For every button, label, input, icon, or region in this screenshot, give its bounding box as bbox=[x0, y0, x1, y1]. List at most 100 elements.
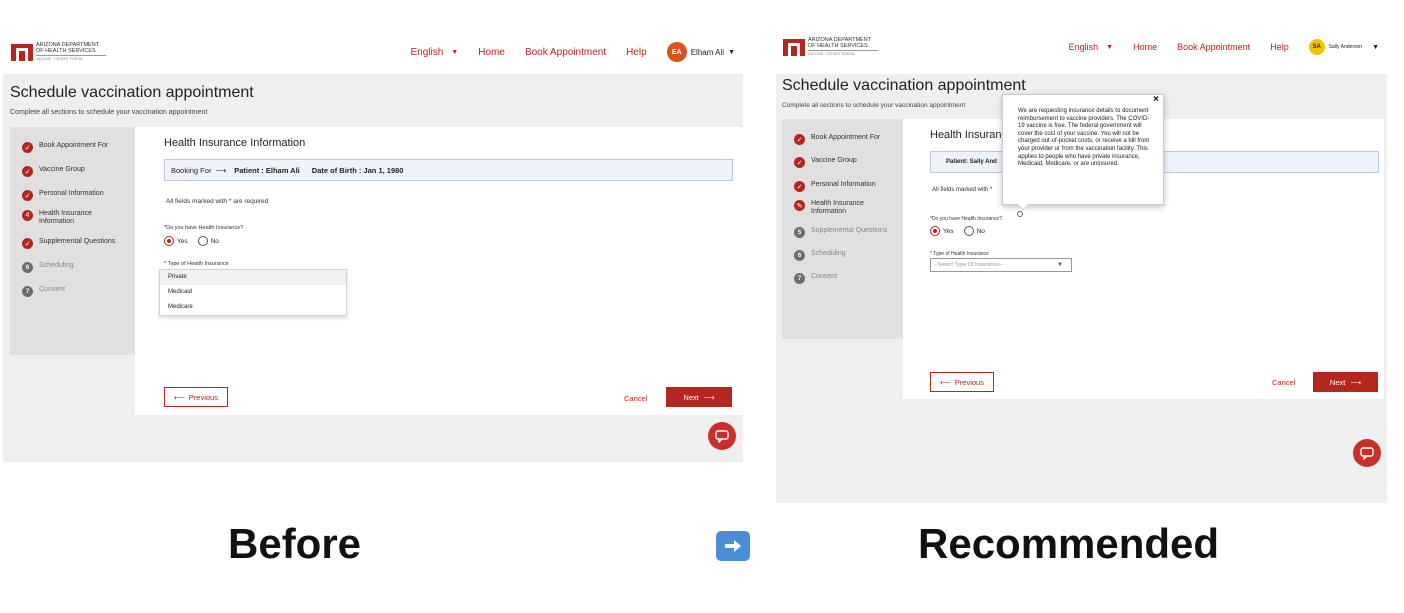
radio-no[interactable] bbox=[963, 226, 974, 236]
required-note: All fields marked with * are required bbox=[166, 198, 269, 205]
pencil-icon: ✎ bbox=[794, 200, 805, 211]
caret-down-icon[interactable]: ▼ bbox=[1106, 44, 1113, 51]
language-select[interactable]: English bbox=[411, 47, 444, 58]
check-icon: ✓ bbox=[22, 166, 33, 177]
previous-button[interactable]: ⟵ Previous bbox=[164, 387, 228, 407]
required-note: All fields marked with * bbox=[932, 187, 993, 193]
nav-home[interactable]: Home bbox=[1133, 42, 1157, 52]
logo-subline: VACCINE · PATIENT PORTAL bbox=[36, 55, 106, 62]
step-number-icon: 4 bbox=[22, 210, 33, 221]
logo-line: OF HEALTH SERVICES bbox=[36, 48, 96, 54]
radio-yes[interactable] bbox=[164, 236, 174, 246]
step-health-insurance[interactable]: ✎ Health Insurance Information bbox=[794, 200, 881, 216]
cancel-button[interactable]: Cancel bbox=[624, 394, 647, 403]
insurance-question: *Do you have Health Insurance? bbox=[930, 216, 1002, 222]
recommended-screenshot: ARIZONA DEPARTMENT OF HEALTH SERVICES VA… bbox=[776, 30, 1387, 503]
info-icon[interactable] bbox=[1017, 211, 1023, 217]
step-book-appointment-for[interactable]: ✓ Book Appointment For bbox=[22, 142, 108, 153]
steps-sidebar: ✓ Book Appointment For ✓ Vaccine Group ✓ Pe… bbox=[10, 127, 135, 355]
caption-before: Before bbox=[228, 520, 362, 567]
caret-down-icon: ▼ bbox=[1057, 262, 1063, 268]
option-medicare[interactable]: Medicare bbox=[160, 300, 346, 315]
steps-sidebar: ✓ Book Appointment For ✓ Vaccine Group ✓ Pe… bbox=[782, 119, 903, 339]
step-supplemental-questions[interactable]: ✓ Supplemental Questions bbox=[22, 238, 115, 249]
step-vaccine-group[interactable]: ✓ Vaccine Group bbox=[22, 166, 85, 177]
insurance-info-tooltip: × We are requesting insurance details to… bbox=[1002, 94, 1164, 211]
insurance-question: *Do you have Health Insurance? bbox=[164, 225, 244, 231]
step-number-icon: 6 bbox=[22, 262, 33, 273]
check-icon: ✓ bbox=[22, 190, 33, 201]
option-private[interactable]: Private bbox=[160, 270, 346, 285]
nav-help[interactable]: Help bbox=[626, 47, 647, 58]
step-number-icon: 7 bbox=[22, 286, 33, 297]
page-subtitle: Complete all sections to schedule your v… bbox=[782, 102, 966, 109]
step-scheduling[interactable]: 6 Scheduling bbox=[794, 250, 846, 261]
caption-recommended: Recommended bbox=[918, 520, 1220, 567]
check-icon: ✓ bbox=[22, 238, 33, 249]
step-number-icon: 6 bbox=[794, 250, 805, 261]
page-subtitle: Complete all sections to schedule your v… bbox=[10, 109, 208, 116]
caret-down-icon[interactable]: ▼ bbox=[451, 49, 458, 56]
check-icon: ✓ bbox=[794, 134, 805, 145]
next-button[interactable]: Next ⟶ bbox=[1313, 372, 1378, 392]
nav-help[interactable]: Help bbox=[1270, 42, 1289, 52]
arrow-left-icon: ⟵ bbox=[174, 392, 185, 402]
caret-down-icon[interactable]: ▼ bbox=[728, 49, 735, 56]
user-avatar[interactable]: SA bbox=[1308, 39, 1325, 55]
chat-button[interactable] bbox=[708, 422, 736, 450]
user-name[interactable]: Sally Anderson bbox=[1329, 44, 1362, 50]
arrow-right-icon: ⟶ bbox=[703, 392, 715, 402]
main-nav: English ▼ Home Book Appointment Help EA … bbox=[391, 42, 735, 62]
chat-icon bbox=[715, 429, 729, 443]
insurance-type-select[interactable]: --Select Type Of Insurance-- ▼ bbox=[930, 258, 1072, 272]
insurance-radio-group: Yes No bbox=[164, 236, 219, 246]
step-personal-information[interactable]: ✓ Personal Information bbox=[22, 190, 104, 201]
top-bar: ARIZONA DEPARTMENT OF HEALTH SERVICES VA… bbox=[776, 30, 1387, 74]
nav-home[interactable]: Home bbox=[478, 47, 505, 58]
adhs-logo[interactable]: ARIZONA DEPARTMENT OF HEALTH SERVICES VA… bbox=[11, 42, 106, 62]
option-medicaid[interactable]: Medicaid bbox=[160, 285, 346, 300]
type-of-insurance-label: * Type of Health Insurance bbox=[164, 261, 229, 267]
user-avatar[interactable]: EA bbox=[666, 42, 687, 62]
insurance-options-list: Private Medicaid Medicare bbox=[159, 269, 347, 316]
chat-button[interactable] bbox=[1353, 439, 1381, 467]
step-scheduling[interactable]: 6 Scheduling bbox=[22, 262, 74, 273]
step-book-appointment-for[interactable]: ✓ Book Appointment For bbox=[794, 134, 880, 145]
arrow-right-icon: ⟶ bbox=[215, 165, 227, 175]
step-health-insurance[interactable]: 4 Health Insurance Information bbox=[22, 210, 109, 226]
step-consent[interactable]: 7 Consent bbox=[794, 273, 837, 284]
section-title: Health Insuranc bbox=[930, 129, 1008, 141]
adhs-logo[interactable]: ARIZONA DEPARTMENT OF HEALTH SERVICES VA… bbox=[783, 37, 878, 57]
step-personal-information[interactable]: ✓ Personal Information bbox=[794, 181, 876, 192]
check-icon: ✓ bbox=[794, 181, 805, 192]
close-icon[interactable]: × bbox=[1153, 95, 1159, 104]
before-screenshot: ARIZONA DEPARTMENT OF HEALTH SERVICES VA… bbox=[3, 30, 743, 462]
form-content: Health Insurance Information Booking For… bbox=[135, 127, 743, 415]
user-name[interactable]: Elham Ali bbox=[691, 48, 724, 57]
step-consent[interactable]: 7 Consent bbox=[22, 286, 65, 297]
previous-button[interactable]: ⟵ Previous bbox=[930, 372, 994, 392]
arrow-left-icon: ⟵ bbox=[940, 377, 951, 387]
next-button[interactable]: Next ⟶ bbox=[666, 387, 732, 407]
top-bar: ARIZONA DEPARTMENT OF HEALTH SERVICES VA… bbox=[3, 30, 743, 74]
language-select[interactable]: English bbox=[1069, 42, 1099, 52]
caret-down-icon[interactable]: ▼ bbox=[1372, 44, 1379, 51]
check-icon: ✓ bbox=[794, 157, 805, 168]
section-title: Health Insurance Information bbox=[164, 137, 306, 149]
step-number-icon: 5 bbox=[794, 227, 805, 238]
step-supplemental-questions[interactable]: 5 Supplemental Questions bbox=[794, 227, 887, 238]
main-nav: English ▼ Home Book Appointment Help SA … bbox=[1049, 39, 1379, 55]
insurance-radio-group: Yes No bbox=[930, 226, 985, 236]
step-vaccine-group[interactable]: ✓ Vaccine Group bbox=[794, 157, 857, 168]
nav-book-appointment[interactable]: Book Appointment bbox=[1177, 42, 1250, 52]
radio-yes[interactable] bbox=[930, 226, 940, 236]
nav-book-appointment[interactable]: Book Appointment bbox=[525, 47, 606, 58]
page-title: Schedule vaccination appointment bbox=[10, 84, 254, 101]
cancel-button[interactable]: Cancel bbox=[1272, 378, 1295, 387]
type-of-insurance-label: * Type of Health Insurance bbox=[930, 251, 989, 257]
step-number-icon: 7 bbox=[794, 273, 805, 284]
logo-line: OF HEALTH SERVICES bbox=[808, 43, 868, 49]
chat-icon bbox=[1360, 446, 1374, 460]
radio-no[interactable] bbox=[197, 236, 208, 246]
check-icon: ✓ bbox=[22, 142, 33, 153]
